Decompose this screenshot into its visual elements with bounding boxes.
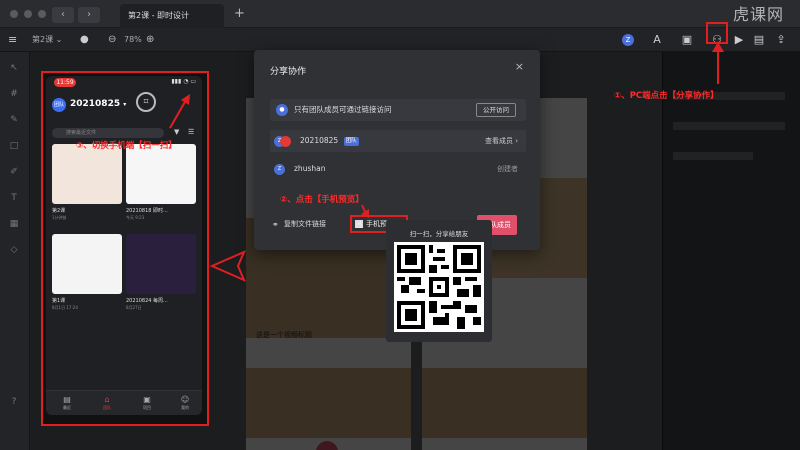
view-members-link[interactable]: 查看成员 › [485, 130, 518, 152]
file-time: 1分钟前 [52, 215, 67, 220]
team-name: 20210825 ▾ [70, 99, 127, 109]
pen-tool-icon[interactable]: ✎ [8, 114, 20, 126]
file-icon: ▤ [63, 395, 71, 404]
team-name: 20210825 [300, 136, 339, 145]
dialog-title: 分享协作 [270, 67, 307, 77]
file-title: 20210818 即时... [126, 208, 168, 214]
window-controls[interactable] [10, 10, 46, 18]
cursor-hand-icon: ☝ [356, 220, 363, 231]
team-avatar-2 [280, 136, 291, 147]
member-name: zhushan [294, 164, 326, 173]
properties-panel [662, 52, 800, 450]
zoom-out-icon[interactable]: ⊖ [108, 28, 116, 52]
nav-me[interactable]: ☺ 我的 [172, 395, 198, 411]
nav-recent[interactable]: ▤ 最近 [54, 395, 80, 411]
annotation-step1: ①、PC端点击【分享协作】 [614, 91, 719, 101]
copy-link-button[interactable]: 复制文件链接 [284, 219, 326, 229]
status-bar: 11:59 ▮▮▮ ◔ ▭ [46, 76, 202, 90]
help-icon[interactable]: ? [8, 396, 20, 408]
file-title: 第2课 [52, 208, 66, 214]
project-icon: ▣ [143, 395, 151, 404]
link-icon: ⚭ [272, 220, 279, 229]
member-role: 创建者 [497, 165, 518, 173]
forward-button[interactable]: › [78, 7, 100, 23]
tool-rail: ↖ # ✎ □ ✐ T ▦ ◇ ? [0, 52, 30, 450]
panel-row [673, 152, 753, 160]
toolbar: ≡ 第2课 ⌄ ● ⊖ 78% ⊕ Z A ▣ ⚇ ▶ ▤ ⇪ [0, 28, 800, 52]
qr-code[interactable] [394, 242, 484, 332]
list-view-icon[interactable]: ☰ [188, 128, 194, 136]
member-avatar: Z [274, 164, 285, 175]
new-tab-button[interactable]: + [234, 6, 245, 21]
access-text: 只有团队成员可通过链接访问 [294, 105, 392, 114]
team-badge: 团队 [343, 136, 359, 146]
qr-caption: 扫一扫，分享给朋友 [409, 230, 469, 238]
play-icon[interactable]: ▶ [732, 33, 746, 47]
lock-icon: ● [276, 104, 288, 116]
user-icon: ☺ [180, 395, 190, 404]
signal-icon: ▮▮▮ ◔ ▭ [171, 78, 196, 85]
layout-icon[interactable]: ▤ [752, 33, 766, 47]
app-window: ‹ › 第2课 - 即时设计 + 虎课网 ≡ 第2课 ⌄ ● ⊖ 78% ⊕ Z… [0, 0, 800, 450]
component-tool-icon[interactable]: ◇ [8, 244, 20, 256]
file-card[interactable] [52, 144, 122, 204]
member-row: Z zhushan 创建者 [270, 158, 526, 180]
share-highlight-box [706, 22, 728, 44]
zoom-in-icon[interactable]: ⊕ [146, 28, 154, 52]
team-avatar: 团队 [52, 98, 66, 112]
back-button[interactable]: ‹ [52, 7, 74, 23]
zoom-level[interactable]: 78% [124, 28, 142, 52]
image-tool-icon[interactable]: ▦ [8, 218, 20, 230]
pencil-tool-icon[interactable]: ✐ [8, 166, 20, 178]
search-input[interactable]: 搜索最近文件 [52, 128, 164, 138]
mobile-app-screen: 11:59 ▮▮▮ ◔ ▭ 团队 20210825 ▾ 搜索最近文件 ▼ ☰ 第… [46, 76, 202, 415]
file-title: 20210824 每周... [126, 298, 168, 304]
title-bar: ‹ › 第2课 - 即时设计 + 虎课网 [0, 0, 800, 28]
nav-team[interactable]: ⌂ 团队 [94, 395, 120, 411]
watermark-logo: 虎课网 [732, 5, 784, 24]
file-title: 第1课 [52, 298, 66, 304]
home-icon: ⌂ [104, 395, 110, 404]
status-time: 11:59 [54, 78, 76, 87]
qr-popover: 扫一扫，分享给朋友 [386, 220, 492, 342]
file-card[interactable] [126, 234, 196, 294]
annotation-step2: ②、点击【手机预览】 [280, 195, 364, 205]
move-tool-icon[interactable]: ↖ [8, 62, 20, 74]
file-card[interactable] [126, 144, 196, 204]
menu-icon[interactable]: ≡ [8, 28, 17, 52]
tab-document[interactable]: 第2课 - 即时设计 [120, 4, 224, 28]
file-time: 8月27日 [126, 305, 142, 310]
frame-tool-icon[interactable]: # [8, 88, 20, 100]
page-selector[interactable]: 第2课 ⌄ [32, 28, 62, 52]
avatar[interactable]: Z [622, 34, 634, 46]
export-icon[interactable]: ⇪ [774, 33, 788, 47]
text-tool-icon[interactable]: T [8, 192, 20, 204]
file-time: 8月1日 17:24 [52, 305, 78, 310]
team-row[interactable]: Z 20210825 团队 查看成员 › [270, 130, 526, 152]
bottom-nav: ▤ 最近 ⌂ 团队 ▣ 项目 ☺ 我的 [46, 390, 202, 415]
panel-row [673, 122, 785, 130]
nav-project[interactable]: ▣ 项目 [134, 395, 160, 411]
comment-icon[interactable]: ● [80, 28, 89, 52]
file-card[interactable] [52, 234, 122, 294]
scan-icon[interactable]: ⌗ [136, 92, 156, 112]
text-icon[interactable]: A [650, 33, 664, 47]
briefcase-icon[interactable]: ▣ [680, 33, 694, 47]
public-access-button[interactable]: 公开访问 [476, 103, 516, 117]
chevron-down-icon: ⌄ [55, 35, 63, 44]
access-row: ● 只有团队成员可通过链接访问 公开访问 [270, 99, 526, 121]
page-name: 第2课 [32, 35, 54, 44]
shape-tool-icon[interactable]: □ [8, 140, 20, 152]
close-icon[interactable]: × [515, 60, 524, 73]
filter-icon[interactable]: ▼ [174, 128, 179, 136]
annotation-step3: ③、切换手机端【扫一扫】 [76, 141, 177, 151]
file-time: 今天 9:23 [126, 215, 145, 220]
